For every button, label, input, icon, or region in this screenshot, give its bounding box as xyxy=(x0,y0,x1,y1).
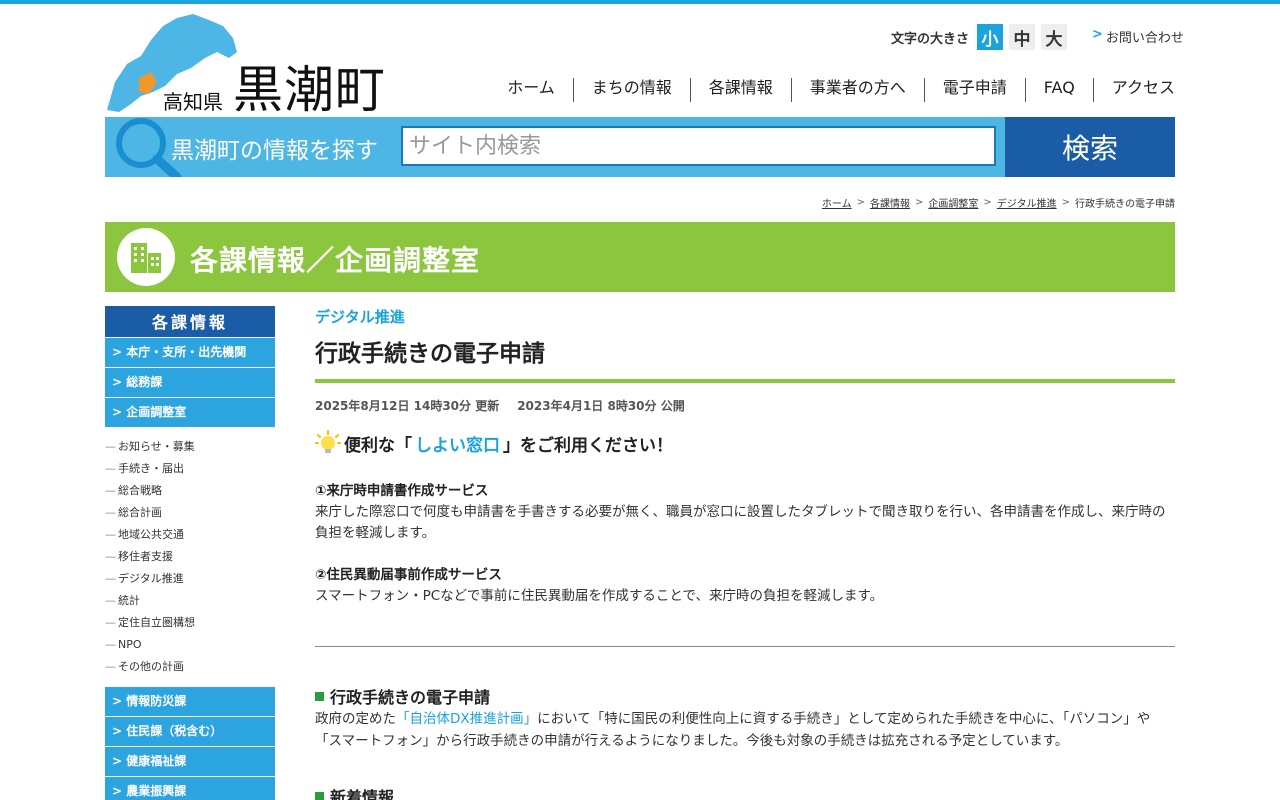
top-accent-bar xyxy=(0,0,1280,4)
service-2-body: スマートフォン・PCなどで事前に住民異動届を作成することで、来庁時の負担を軽減し… xyxy=(315,588,884,604)
breadcrumb-current: 行政手続きの電子申請 xyxy=(1075,199,1175,210)
global-nav: ホーム まちの情報 各課情報 事業者の方へ 電子申請 FAQ アクセス xyxy=(490,78,1175,102)
search-label: 黒潮町の情報を探す xyxy=(171,138,378,164)
sidebar-sub-item[interactable]: — NPO xyxy=(105,634,275,656)
square-bullet-icon xyxy=(315,691,324,701)
sidebar-item-general-affairs[interactable]: > 総務課 xyxy=(105,368,275,397)
service-1-title: ①来庁時申請書作成サービス xyxy=(315,483,489,499)
font-size-large-button[interactable]: 大 xyxy=(1041,24,1068,50)
title-divider xyxy=(315,379,1175,383)
breadcrumb-separator: > xyxy=(856,197,866,208)
department-banner: 各課情報／企画調整室 xyxy=(105,222,1175,292)
sidebar-item-head-office[interactable]: > 本庁・支所・出先機関 xyxy=(105,338,275,367)
font-size-medium-button[interactable]: 中 xyxy=(1009,24,1036,50)
sidebar-item-info-disaster[interactable]: > 情報防災課 xyxy=(105,687,275,716)
service-2-title: ②住民異動届事前作成サービス xyxy=(315,567,502,583)
page-title: 行政手続きの電子申請 xyxy=(315,341,545,367)
town-name: 黒潮町 xyxy=(233,61,386,119)
sidebar-sub-list: — お知らせ・募集 — 手続き・届出 — 総合戦略 — 総合計画 — 地域公共交通 — 移住… xyxy=(105,427,275,686)
sidebar-sub-item[interactable]: — 地域公共交通 xyxy=(105,524,275,546)
sidebar-sub-item[interactable]: — 定住自立圏構想 xyxy=(105,612,275,634)
sidebar-item-health-welfare[interactable]: > 健康福祉課 xyxy=(105,747,275,776)
sidebar-sub-item[interactable]: — その他の計画 xyxy=(105,656,275,678)
font-size-control: 文字の大きさ 小 中 大 xyxy=(891,24,1068,50)
search-input[interactable] xyxy=(401,126,996,166)
contact-link[interactable]: > お問い合わせ xyxy=(1092,27,1184,46)
department-title: 各課情報／企画調整室 xyxy=(190,244,481,277)
sidebar-item-agriculture[interactable]: > 農業振興課 xyxy=(105,777,275,800)
site-logo[interactable]: 高知県 黒潮町 xyxy=(105,12,415,119)
dx-plan-link[interactable]: 「自治体DX推進計画」 xyxy=(396,711,537,727)
section-heading-e-application: 行政手続きの電子申請 xyxy=(315,684,490,708)
font-size-small-button[interactable]: 小 xyxy=(977,24,1004,50)
font-size-label: 文字の大きさ xyxy=(891,31,970,47)
sidebar: 各課情報 > 本庁・支所・出先機関 > 総務課 > 企画調整室 — お知らせ・募集… xyxy=(105,306,275,800)
breadcrumb-departments[interactable]: 各課情報 xyxy=(870,195,910,210)
search-button[interactable]: 検索 xyxy=(1005,117,1175,177)
nav-town-info[interactable]: まちの情報 xyxy=(572,78,690,102)
sidebar-sub-item[interactable]: — 移住者支援 xyxy=(105,546,275,568)
prefecture-label: 高知県 xyxy=(163,90,223,114)
sidebar-sub-item[interactable]: — 統計 xyxy=(105,590,275,612)
square-bullet-icon xyxy=(315,791,324,800)
lightbulb-icon xyxy=(315,430,341,453)
sidebar-sub-item[interactable]: — 総合計画 xyxy=(105,502,275,524)
breadcrumb-home[interactable]: ホーム xyxy=(822,195,852,210)
nav-business[interactable]: 事業者の方へ xyxy=(790,78,924,102)
breadcrumb-planning[interactable]: 企画調整室 xyxy=(928,195,978,210)
nav-access[interactable]: アクセス xyxy=(1092,78,1175,102)
sidebar-sub-item[interactable]: — デジタル推進 xyxy=(105,568,275,590)
service-2: ②住民異動届事前作成サービス スマートフォン・PCなどで事前に住民異動届を作成す… xyxy=(315,565,1175,607)
breadcrumb-separator: > xyxy=(1061,197,1070,208)
building-icon xyxy=(117,228,175,286)
published-date: 2023年4月1日 8時30分 公開 xyxy=(517,399,685,413)
service-1-body: 来庁した際窓口で何度も申請書を手書きする必要が無く、職員が窓口に設置したタブレッ… xyxy=(315,504,1166,541)
nav-e-application[interactable]: 電子申請 xyxy=(923,78,1025,102)
sidebar-heading: 各課情報 xyxy=(105,306,275,337)
section-heading-news: 新着情報 xyxy=(315,784,394,800)
nav-home[interactable]: ホーム xyxy=(489,78,573,102)
sidebar-item-residents[interactable]: > 住民課（税含む） xyxy=(105,717,275,746)
sidebar-sub-item[interactable]: — 手続き・届出 xyxy=(105,458,275,480)
service-1: ①来庁時申請書作成サービス 来庁した際窓口で何度も申請書を手書きする必要が無く、… xyxy=(315,481,1175,544)
nav-departments[interactable]: 各課情報 xyxy=(689,78,791,102)
sidebar-item-planning[interactable]: > 企画調整室 xyxy=(105,398,275,427)
dates: 2025年8月12日 14時30分 更新 2023年4月1日 8時30分 公開 xyxy=(315,397,685,414)
shiyoi-madoguchi-link[interactable]: しよい窓口 xyxy=(415,431,500,456)
search-bar: 黒潮町の情報を探す 検索 xyxy=(105,117,1175,177)
sidebar-sub-item[interactable]: — お知らせ・募集 xyxy=(105,436,275,458)
contact-link-label: お問い合わせ xyxy=(1105,31,1184,46)
breadcrumb: ホーム > 各課情報 > 企画調整室 > デジタル推進 > 行政手続きの電子申請 xyxy=(822,195,1175,210)
notice-heading: 便利な「 しよい窓口 」をご利用ください！ xyxy=(315,430,673,456)
breadcrumb-separator: > xyxy=(915,197,924,208)
e-application-paragraph: 政府の定めた「自治体DX推進計画」において「特に国民の利便性向上に資する手続き」… xyxy=(315,711,1151,749)
breadcrumb-separator: > xyxy=(983,197,992,208)
breadcrumb-digital[interactable]: デジタル推進 xyxy=(997,195,1057,210)
contact-arrow-icon: > xyxy=(1092,27,1103,42)
category-label[interactable]: デジタル推進 xyxy=(315,306,405,327)
sidebar-sub-item[interactable]: — 総合戦略 xyxy=(105,480,275,502)
section-divider xyxy=(315,646,1175,647)
nav-faq[interactable]: FAQ xyxy=(1024,78,1093,102)
updated-date: 2025年8月12日 14時30分 更新 xyxy=(315,399,500,413)
